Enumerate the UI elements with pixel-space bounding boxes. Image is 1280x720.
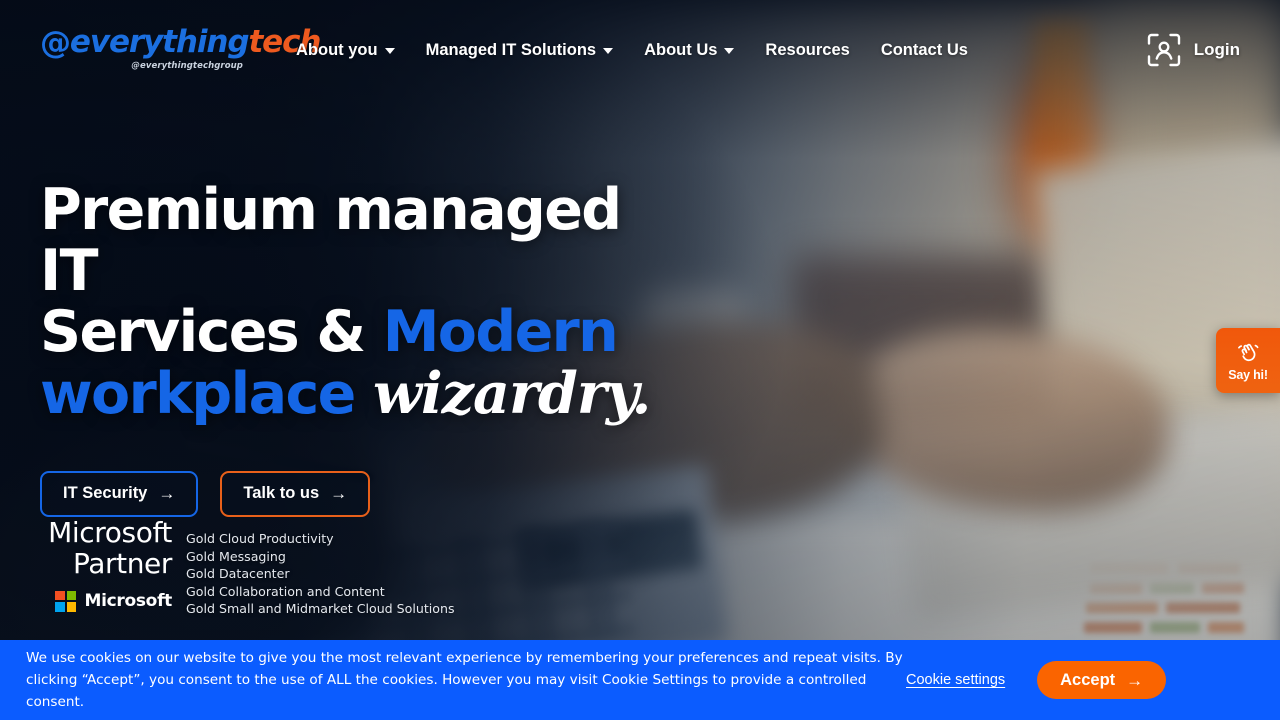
site-header: @everythingtech @everythingtechgroup Abo… [0, 0, 1280, 100]
nav-label: About you [296, 40, 378, 59]
logo-at-symbol: @ [40, 25, 71, 61]
nav-item-managed-it-solutions[interactable]: Managed IT Solutions [426, 41, 636, 60]
button-label: Talk to us [243, 484, 320, 503]
competency-item: Gold Datacenter [186, 566, 290, 581]
microsoft-wordmark: Microsoft [84, 591, 172, 612]
headline-line-2-white: Services & [40, 298, 383, 365]
talk-to-us-button[interactable]: Talk to us → [220, 470, 371, 517]
nav-item-resources[interactable]: Resources [765, 41, 871, 60]
microsoft-logo: Microsoft [34, 590, 172, 612]
chevron-down-icon [384, 48, 395, 54]
headline-line-3-blue: workplace [40, 360, 373, 427]
cookie-consent-banner: We use cookies on our website to give yo… [0, 640, 1280, 720]
button-label: IT Security [63, 484, 148, 503]
logo-wordmark: @everythingtech [40, 25, 321, 61]
partner-microsoft-word: Microsoft [48, 516, 172, 549]
arrow-right-icon: → [158, 484, 176, 504]
nav-label: About Us [644, 40, 718, 59]
hero-content: Premium managed IT Services & Modern wor… [40, 180, 680, 517]
main-navigation: About you Managed IT Solutions About Us … [296, 0, 990, 100]
logo-everything-text: everything [69, 24, 250, 60]
arrow-right-icon: → [1126, 670, 1144, 690]
arrow-right-icon: → [330, 484, 348, 504]
partner-competency-list: Gold Cloud Productivity Gold Messaging G… [186, 518, 455, 618]
chevron-down-icon [724, 48, 735, 54]
user-scan-icon [1147, 33, 1180, 67]
nav-item-contact-us[interactable]: Contact Us [881, 41, 990, 60]
partner-partner-word: Partner [73, 546, 172, 580]
login-label: Login [1193, 40, 1240, 59]
nav-label: Contact Us [880, 40, 968, 59]
cookie-accept-button[interactable]: Accept → [1037, 661, 1167, 699]
microsoft-partner-badge: Microsoft Partner Microsoft Gold Cloud P… [34, 516, 455, 618]
it-security-button[interactable]: IT Security → [40, 470, 199, 517]
say-hi-label: Say hi! [1228, 367, 1268, 382]
partner-logo-block: Microsoft Partner Microsoft [34, 516, 186, 618]
microsoft-squares-icon [55, 590, 77, 612]
waving-hand-icon [1238, 343, 1259, 361]
say-hi-chat-widget[interactable]: Say hi! [1216, 328, 1280, 393]
site-logo[interactable]: @everythingtech @everythingtechgroup [40, 25, 321, 72]
accept-label: Accept [1060, 670, 1116, 689]
hero-cta-row: IT Security → Talk to us → [40, 470, 680, 517]
cookie-message: We use cookies on our website to give yo… [26, 650, 903, 710]
cookie-actions: Cookie settings Accept → [906, 661, 1167, 699]
headline-line-2-blue: Modern [382, 298, 619, 365]
nav-item-about-us[interactable]: About Us [644, 41, 756, 60]
cookie-settings-link[interactable]: Cookie settings [906, 672, 1005, 688]
competency-item: Gold Messaging [186, 548, 286, 564]
nav-label: Resources [765, 40, 850, 59]
nav-item-about-you[interactable]: About you [296, 41, 417, 60]
login-button[interactable]: Login [1145, 0, 1240, 100]
competency-item: Gold Collaboration and Content [186, 583, 385, 599]
nav-label: Managed IT Solutions [425, 40, 597, 59]
competency-item: Gold Cloud Productivity [186, 531, 334, 546]
chevron-down-icon [603, 48, 614, 54]
headline-line-1: Premium managed IT [40, 177, 622, 304]
logo-tagline: @everythingtechgroup [131, 61, 243, 71]
hero-headline: Premium managed IT Services & Modern wor… [40, 180, 680, 425]
headline-line-3-italic: wizardry. [372, 359, 651, 427]
competency-item: Gold Small and Midmarket Cloud Solutions [186, 601, 455, 616]
